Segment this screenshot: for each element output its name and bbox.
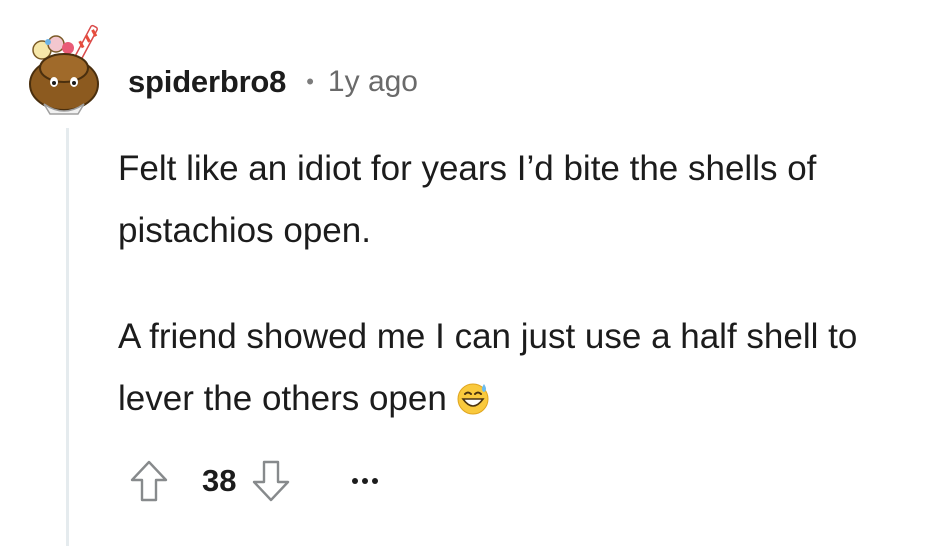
upvote-arrow-icon[interactable] — [128, 457, 170, 505]
separator-dot: • — [306, 69, 314, 94]
comment-body: Felt like an idiot for years I’d bite th… — [118, 138, 918, 430]
comment-actions: 38 — [128, 456, 379, 506]
more-options-icon[interactable] — [352, 478, 379, 484]
comment-paragraph: A friend showed me I can just use a half… — [118, 306, 918, 430]
downvote-arrow-icon[interactable] — [250, 457, 292, 505]
timestamp: 1y ago — [327, 65, 418, 98]
comment-paragraph: Felt like an idiot for years I’d bite th… — [118, 138, 918, 262]
comment-text: Felt like an idiot for years I’d bite th… — [118, 149, 817, 250]
thread-line[interactable] — [66, 128, 69, 546]
avatar[interactable] — [22, 24, 114, 116]
grinning-face-with-sweat-icon — [455, 374, 491, 415]
comment-header: spiderbro8 • 1y ago — [128, 58, 418, 106]
vote-score: 38 — [202, 463, 237, 498]
username[interactable]: spiderbro8 — [128, 64, 286, 100]
